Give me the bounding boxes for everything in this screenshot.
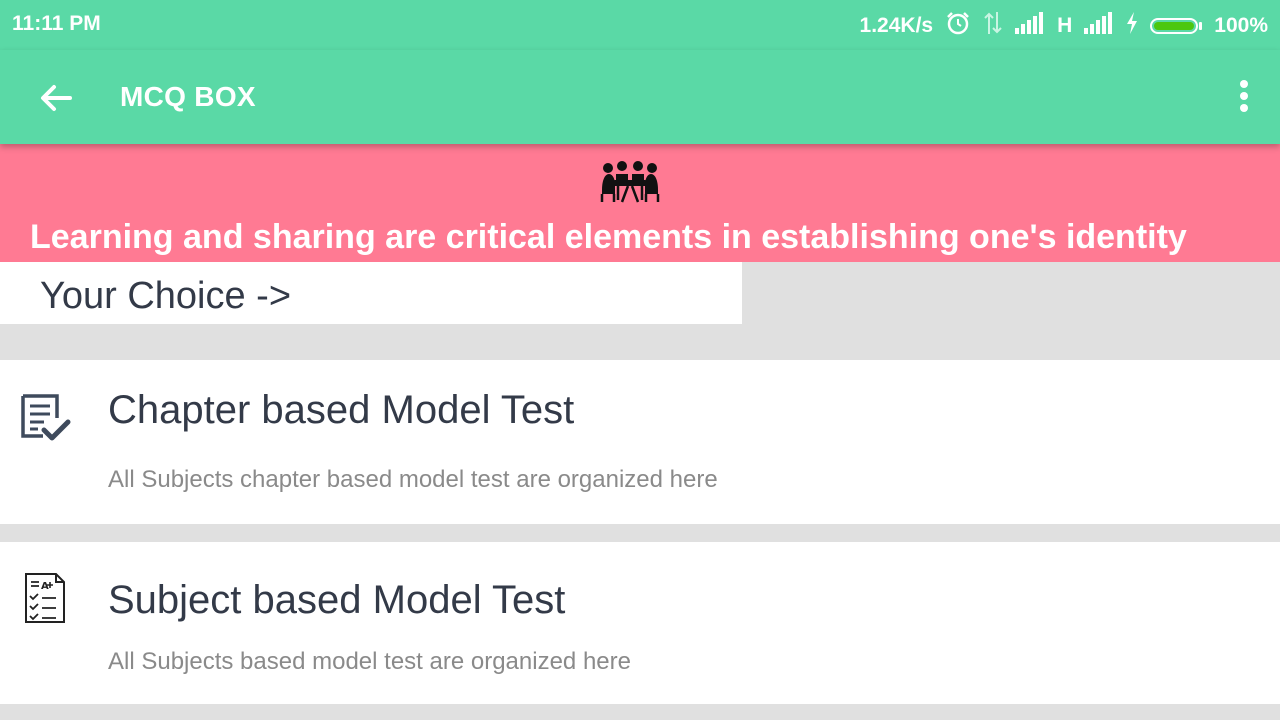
network-type: H (1057, 14, 1073, 37)
banner-tagline: Learning and sharing are critical elemen… (30, 218, 1187, 256)
quiz-sheet-icon: A (18, 570, 72, 624)
arrow-left-icon[interactable] (36, 78, 76, 118)
app-title: MCQ BOX (120, 81, 256, 112)
battery-percent: 100% (1214, 14, 1268, 37)
network-speed: 1.24K/s (859, 14, 934, 37)
option-title: Chapter based Model Test (108, 388, 575, 432)
status-time: 11:11 PM (12, 12, 101, 35)
section-title: Your Choice -> (40, 275, 292, 317)
option-description: All Subjects based model test are organi… (108, 648, 631, 675)
status-bar: 11:11 PM 1.24K/s H 100% (0, 0, 1280, 50)
data-transfer-icon (983, 10, 1003, 42)
svg-text:A: A (41, 581, 49, 592)
app-bar: MCQ BOX (0, 50, 1280, 144)
checklist-document-icon (18, 392, 72, 446)
signal-icon (1084, 12, 1114, 40)
status-icons: 1.24K/s H 100% (860, 10, 1268, 42)
chapter-test-option[interactable]: Chapter based Model Test All Subjects ch… (0, 360, 1280, 524)
section-header: Your Choice -> (0, 262, 742, 324)
battery-icon (1150, 18, 1203, 34)
option-description: All Subjects chapter based model test ar… (108, 466, 718, 493)
people-meeting-icon (598, 160, 662, 204)
signal-icon (1015, 12, 1045, 40)
option-title: Subject based Model Test (108, 578, 566, 622)
more-vert-icon[interactable] (1238, 78, 1250, 118)
charging-icon (1126, 12, 1138, 40)
alarm-icon (945, 10, 971, 42)
banner: Learning and sharing are critical elemen… (0, 144, 1280, 262)
subject-test-option[interactable]: A Subject based Model Test All Subjects … (0, 542, 1280, 704)
